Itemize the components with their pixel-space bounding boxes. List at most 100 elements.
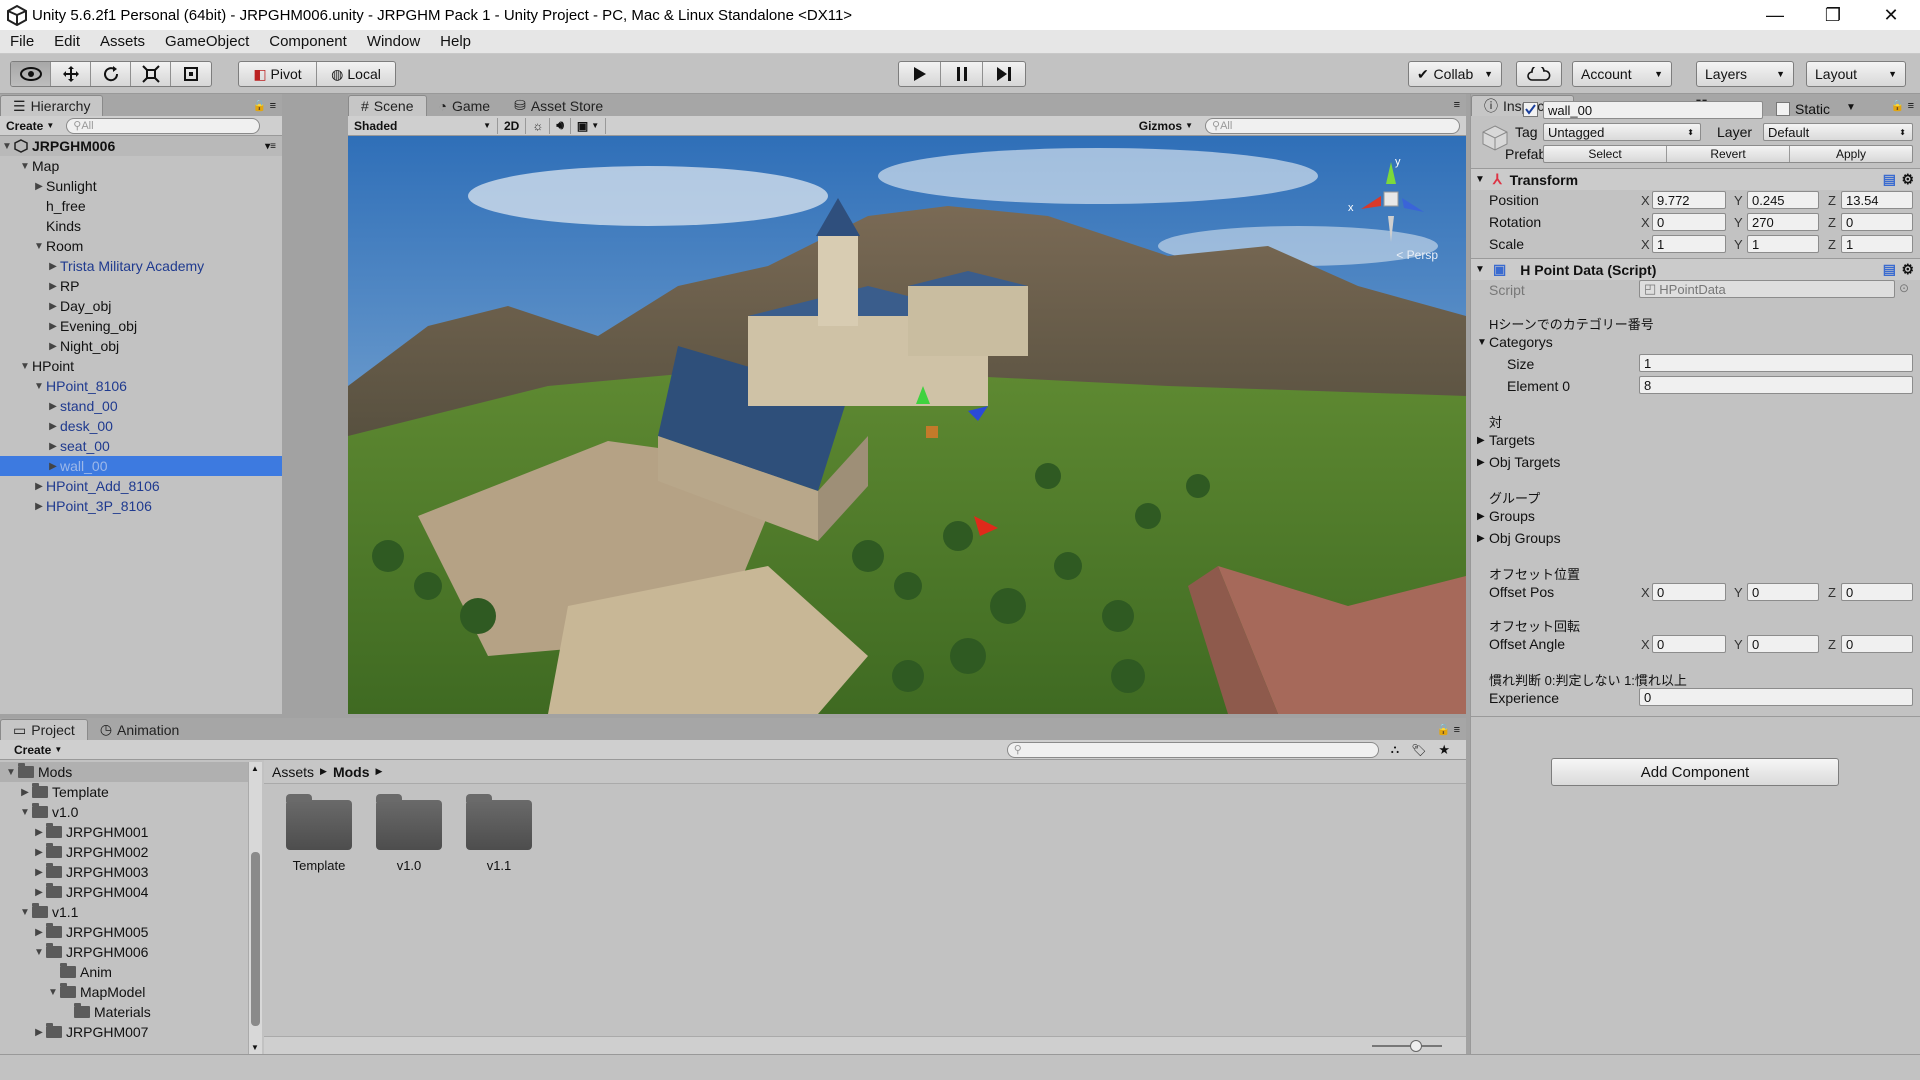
hpointdata-header[interactable]: ▼ ▣ H Point Data (Script) ▤ ⚙ <box>1471 258 1920 280</box>
chevron-down-icon[interactable]: ▼ <box>32 381 46 392</box>
gizmos-dropdown[interactable]: Gizmos ▼ <box>1133 118 1199 134</box>
project-tree-item[interactable]: ▶ Template <box>0 782 248 802</box>
menu-gameobject[interactable]: GameObject <box>155 33 259 50</box>
position-z-field[interactable]: 13.54 <box>1841 191 1913 209</box>
persp-label[interactable]: < Persp <box>1396 248 1438 262</box>
offset-pos-y-field[interactable]: 0 <box>1747 583 1819 601</box>
prefab-revert-button[interactable]: Revert <box>1667 146 1790 162</box>
effects-dropdown[interactable]: ▣ ▼ <box>571 117 607 134</box>
hierarchy-item[interactable]: ▼ HPoint_8106 <box>0 376 282 396</box>
offset-pos-x-field[interactable]: 0 <box>1652 583 1726 601</box>
rotate-tool-button[interactable] <box>91 62 131 86</box>
chevron-right-icon[interactable]: ▶ <box>32 867 46 878</box>
panel-menu-icon[interactable]: ≡ <box>1454 99 1460 111</box>
panel-menu-icon[interactable]: 🔒 ≡ <box>1891 99 1914 112</box>
active-checkbox[interactable] <box>1523 102 1538 117</box>
menu-assets[interactable]: Assets <box>90 33 155 50</box>
chevron-right-icon[interactable]: ▶ <box>32 181 46 192</box>
scene-root-row[interactable]: ▼ JRPGHM006 ▾≡ <box>0 136 282 156</box>
hierarchy-item[interactable]: ▶ Night_obj <box>0 336 282 356</box>
hierarchy-item[interactable]: ▶ Evening_obj <box>0 316 282 336</box>
hierarchy-item[interactable]: ▼ Map <box>0 156 282 176</box>
position-y-field[interactable]: 0.245 <box>1747 191 1819 209</box>
gear-icon[interactable]: ⚙ <box>1901 171 1914 188</box>
scale-z-field[interactable]: 1 <box>1841 235 1913 253</box>
tree-scrollbar[interactable]: ▲ ▼ <box>248 762 262 1054</box>
project-tree-item[interactable]: ▶ JRPGHM004 <box>0 882 248 902</box>
hierarchy-item[interactable]: ▶ desk_00 <box>0 416 282 436</box>
chevron-down-icon[interactable]: ▼ <box>4 767 18 778</box>
chevron-down-icon[interactable]: ▼ <box>46 987 60 998</box>
object-picker-icon[interactable]: ⊙ <box>1899 281 1909 295</box>
favorite-star-icon[interactable]: ★ <box>1438 742 1450 758</box>
local-button[interactable]: ◍ Local <box>317 62 395 86</box>
groups-foldout[interactable]: ▶ Groups <box>1477 508 1535 524</box>
hierarchy-item[interactable]: ▼ Room <box>0 236 282 256</box>
project-tree-item[interactable]: ▶ JRPGHM005 <box>0 922 248 942</box>
account-dropdown[interactable]: Account ▼ <box>1572 61 1672 87</box>
chevron-right-icon[interactable]: ▶ <box>46 301 60 312</box>
project-tree-item[interactable]: ▼ v1.0 <box>0 802 248 822</box>
chevron-right-icon[interactable]: ▶ <box>46 261 60 272</box>
help-book-icon[interactable]: ▤ <box>1883 171 1896 188</box>
chevron-right-icon[interactable]: ▶ <box>32 1027 46 1038</box>
hierarchy-item[interactable]: ▶ HPoint_3P_8106 <box>0 496 282 516</box>
minimize-button[interactable]: — <box>1746 0 1804 30</box>
rotation-y-field[interactable]: 270 <box>1747 213 1819 231</box>
chevron-right-icon[interactable]: ▶ <box>46 461 60 472</box>
filter-by-label-icon[interactable]: 🏷︎ <box>1411 743 1426 757</box>
categorys-foldout[interactable]: ▼ Categorys <box>1477 334 1553 350</box>
hierarchy-item[interactable]: ▶ seat_00 <box>0 436 282 456</box>
project-tree-item[interactable]: ▶ JRPGHM001 <box>0 822 248 842</box>
size-field[interactable]: 1 <box>1639 354 1913 372</box>
project-tree-item[interactable]: ▶ JRPGHM003 <box>0 862 248 882</box>
collab-dropdown[interactable]: ✔ Collab ▼ <box>1408 61 1502 87</box>
experience-field[interactable]: 0 <box>1639 688 1913 706</box>
project-create-button[interactable]: Create ▼ <box>8 742 68 758</box>
project-tree-item[interactable]: ▼ JRPGHM006 <box>0 942 248 962</box>
prefab-apply-button[interactable]: Apply <box>1790 146 1912 162</box>
folder-v1-1[interactable]: v1.1 <box>464 794 534 873</box>
2d-toggle[interactable]: 2D <box>498 117 527 134</box>
tab-project[interactable]: ▭ Project <box>0 719 88 740</box>
hierarchy-item[interactable]: ▶ wall_00 <box>0 456 282 476</box>
menu-file[interactable]: File <box>0 33 44 50</box>
hierarchy-item[interactable]: h_free <box>0 196 282 216</box>
hierarchy-item[interactable]: ▶ HPoint_Add_8106 <box>0 476 282 496</box>
step-button[interactable] <box>983 62 1025 86</box>
project-tree-item[interactable]: ▼ Mods <box>0 762 248 782</box>
chevron-down-icon[interactable]: ▼ <box>18 807 32 818</box>
panel-menu-icon[interactable]: 🔒 ≡ <box>253 99 276 112</box>
obj-targets-foldout[interactable]: ▶ Obj Targets <box>1477 454 1560 470</box>
rect-tool-button[interactable] <box>171 62 211 86</box>
scroll-up-icon[interactable]: ▲ <box>251 764 259 773</box>
offset-angle-y-field[interactable]: 0 <box>1747 635 1819 653</box>
icon-size-slider-thumb[interactable] <box>1410 1040 1422 1052</box>
menu-window[interactable]: Window <box>357 33 430 50</box>
offset-pos-z-field[interactable]: 0 <box>1841 583 1913 601</box>
prefab-select-button[interactable]: Select <box>1544 146 1667 162</box>
hierarchy-create-button[interactable]: Create ▼ <box>0 118 60 134</box>
close-button[interactable]: ✕ <box>1862 0 1920 30</box>
chevron-right-icon[interactable]: ▶ <box>32 927 46 938</box>
chevron-right-icon[interactable]: ▶ <box>46 281 60 292</box>
chevron-down-icon[interactable]: ▼ <box>18 161 32 172</box>
tab-scene[interactable]: # Scene <box>348 95 427 116</box>
project-tree-item[interactable]: Materials <box>0 1002 248 1022</box>
rotation-x-field[interactable]: 0 <box>1652 213 1726 231</box>
maximize-button[interactable]: ❐ <box>1804 0 1862 30</box>
menu-edit[interactable]: Edit <box>44 33 90 50</box>
scale-x-field[interactable]: 1 <box>1652 235 1726 253</box>
chevron-right-icon[interactable]: ▶ <box>32 501 46 512</box>
breadcrumb-assets[interactable]: Assets <box>272 764 314 780</box>
tab-game[interactable]: ◔ Game <box>427 95 503 116</box>
element0-field[interactable]: 8 <box>1639 376 1913 394</box>
breadcrumb-mods[interactable]: Mods <box>333 764 370 780</box>
chevron-right-icon[interactable]: ▶ <box>46 401 60 412</box>
folder-v1-0[interactable]: v1.0 <box>374 794 444 873</box>
shading-dropdown[interactable]: Shaded ▼ <box>348 117 498 134</box>
panel-menu-icon[interactable]: 🔒 ≡ <box>1437 723 1460 736</box>
layer-dropdown[interactable]: Default ⬍ <box>1763 123 1913 141</box>
pivot-button[interactable]: ◧ Pivot <box>239 62 317 86</box>
chevron-right-icon[interactable]: ▶ <box>46 341 60 352</box>
